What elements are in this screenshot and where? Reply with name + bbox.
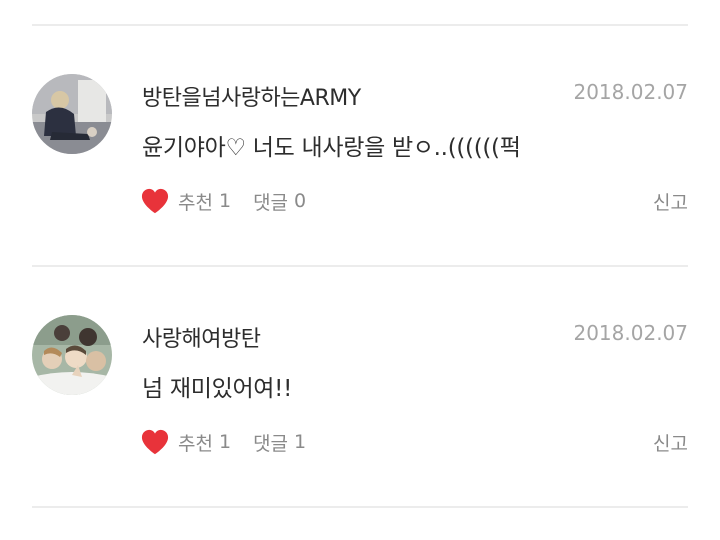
comment-date: 2018.02.07 <box>573 321 688 345</box>
comment-item: 사랑해여방탄 2018.02.07 넘 재미있어여!! 추천 1 댓글 1 신고 <box>0 0 720 455</box>
avatar-photo-icon <box>32 315 112 395</box>
user-avatar[interactable] <box>32 315 112 395</box>
comment-actions: 추천 1 댓글 1 <box>140 427 306 457</box>
like-count: 1 <box>218 431 232 453</box>
comment-divider <box>32 265 688 267</box>
reply-count: 1 <box>294 431 307 453</box>
comment-text: 넘 재미있어여!! <box>142 376 293 402</box>
like-label[interactable]: 추천 <box>178 429 213 456</box>
reply-label[interactable]: 댓글 <box>253 429 288 456</box>
bottom-divider <box>32 506 688 508</box>
username[interactable]: 사랑해여방탄 <box>142 321 261 353</box>
heart-icon[interactable] <box>140 428 170 456</box>
report-button[interactable]: 신고 <box>653 429 688 456</box>
